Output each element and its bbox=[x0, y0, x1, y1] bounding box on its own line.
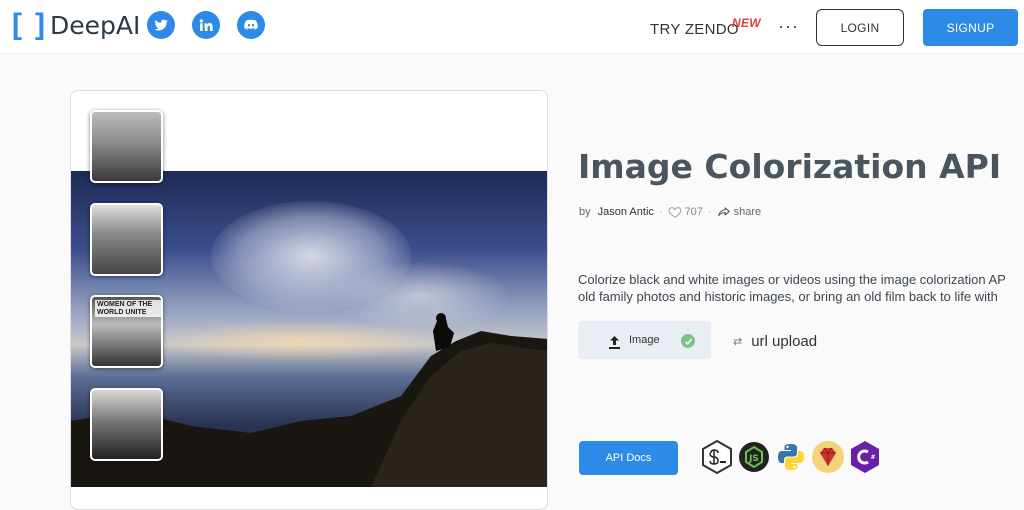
image-upload-label: Image bbox=[629, 334, 660, 346]
nodejs-icon[interactable]: JS bbox=[737, 439, 771, 475]
new-badge: NEW bbox=[732, 16, 761, 30]
separator-dot: · bbox=[658, 206, 663, 218]
description-line-2: old family photos and historic images, o… bbox=[578, 289, 998, 304]
api-docs-button[interactable]: API Docs bbox=[579, 441, 678, 475]
separator-dot: · bbox=[707, 206, 712, 218]
sample-thumbnail-4[interactable] bbox=[90, 388, 163, 461]
python-icon[interactable] bbox=[774, 439, 808, 475]
thumbnail-sign-text: WOMEN OF THE WORLD UNITE bbox=[95, 300, 161, 318]
like-count: 707 bbox=[684, 206, 703, 218]
image-preview-card: WOMEN OF THE WORLD UNITE bbox=[70, 90, 548, 510]
by-label: by bbox=[579, 206, 591, 218]
check-icon bbox=[681, 334, 695, 348]
ruby-icon[interactable] bbox=[811, 439, 845, 475]
signup-button[interactable]: SIGNUP bbox=[923, 9, 1018, 46]
csharp-icon[interactable]: # bbox=[848, 439, 882, 475]
svg-text:JS: JS bbox=[748, 454, 759, 464]
author-byline: by Jason Antic · 707 · share bbox=[579, 205, 761, 219]
url-upload-toggle[interactable]: ⇄ url upload bbox=[733, 333, 817, 350]
heart-icon[interactable] bbox=[668, 205, 682, 219]
logo-brackets-icon: [] bbox=[12, 8, 46, 41]
api-description: Colorize black and white images or video… bbox=[578, 271, 1024, 305]
nav-try-zendo-label: TRY ZENDO bbox=[650, 21, 739, 38]
upload-icon bbox=[609, 336, 620, 349]
svg-text:#: # bbox=[870, 454, 875, 461]
shell-icon[interactable] bbox=[700, 439, 734, 475]
page-title: Image Colorization API bbox=[578, 147, 1002, 186]
more-menu-icon[interactable]: ··· bbox=[778, 16, 799, 37]
top-navbar: [] DeepAI TRY ZENDO NEW ··· LOGIN SIGNUP bbox=[0, 0, 1024, 54]
linkedin-icon[interactable] bbox=[192, 11, 220, 39]
twitter-icon[interactable] bbox=[147, 11, 175, 39]
sample-thumbnail-3[interactable]: WOMEN OF THE WORLD UNITE bbox=[90, 295, 163, 368]
url-upload-label: url upload bbox=[751, 333, 818, 350]
discord-icon[interactable] bbox=[237, 11, 265, 39]
swap-icon: ⇄ bbox=[733, 336, 743, 348]
nav-try-zendo[interactable]: TRY ZENDO NEW bbox=[650, 16, 761, 38]
share-icon[interactable] bbox=[717, 205, 731, 219]
deepai-logo[interactable]: [] DeepAI bbox=[12, 9, 140, 41]
sample-thumbnail-1[interactable] bbox=[90, 110, 163, 183]
sample-thumbnail-2[interactable] bbox=[90, 203, 163, 276]
share-link[interactable]: share bbox=[734, 206, 762, 218]
description-line-1: Colorize black and white images or video… bbox=[578, 272, 1006, 287]
logo-text: DeepAI bbox=[50, 10, 141, 40]
login-button[interactable]: LOGIN bbox=[816, 9, 904, 46]
author-link[interactable]: Jason Antic bbox=[598, 206, 654, 218]
image-upload-button[interactable]: Image bbox=[578, 321, 711, 359]
